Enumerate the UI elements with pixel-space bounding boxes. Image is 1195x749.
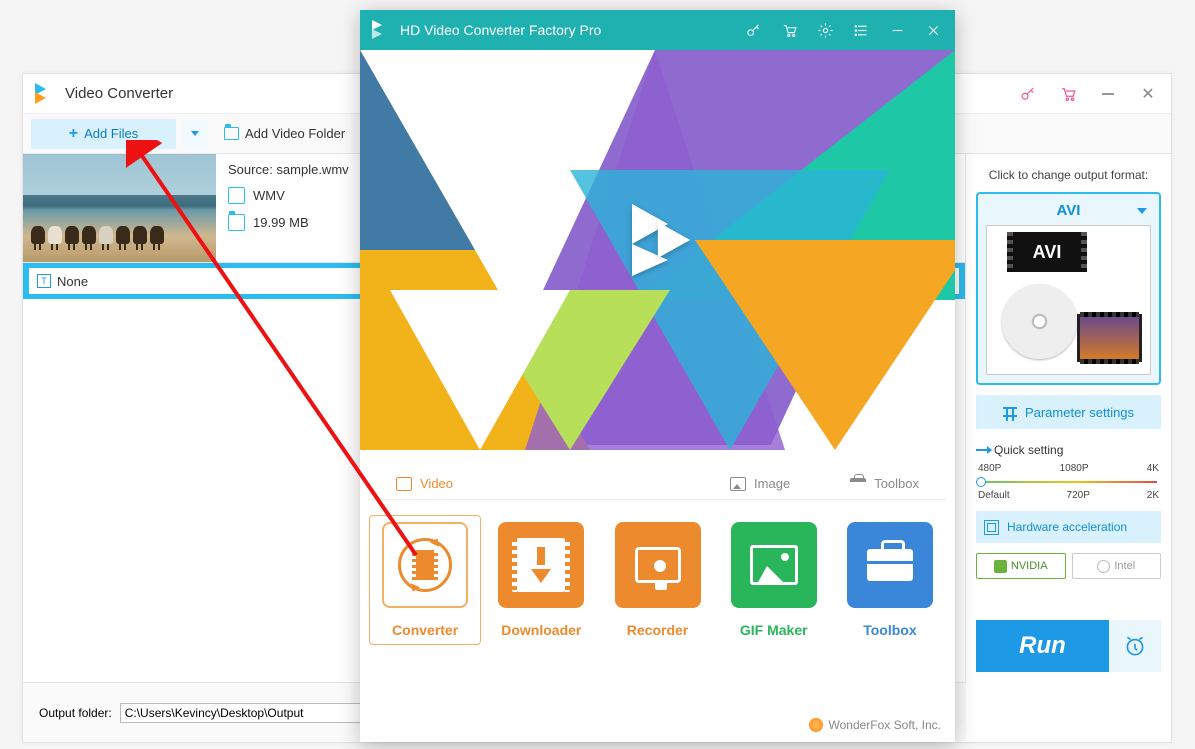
arrow-icon (976, 449, 988, 451)
output-format: AVI (1057, 202, 1081, 219)
output-sidebar: Click to change output format: AVI AVI P… (966, 154, 1171, 682)
tick-default: Default (978, 490, 1010, 501)
hw-label: Hardware acceleration (1007, 520, 1127, 534)
tile-recorder-label: Recorder (627, 622, 688, 638)
plus-icon: + (69, 125, 78, 143)
tile-downloader[interactable]: Downloader (492, 522, 590, 638)
text-icon: T (37, 274, 51, 288)
converter-icon (398, 538, 452, 592)
chevron-down-icon (191, 131, 199, 136)
format-icon (228, 187, 245, 204)
toolbox-tile-icon (867, 549, 913, 581)
quick-setting: Quick setting 480P 1080P 4K Default 720P… (976, 439, 1161, 501)
close-button[interactable]: ✕ (1137, 83, 1159, 105)
tile-recorder[interactable]: Recorder (608, 522, 706, 638)
filmstrip-icon (1077, 314, 1142, 362)
tile-converter-label: Converter (392, 622, 458, 638)
output-folder-input[interactable] (120, 703, 380, 723)
video-icon (396, 477, 412, 491)
file-size: 19.99 MB (253, 215, 309, 230)
cart-icon[interactable] (779, 20, 799, 40)
launcher-sections: Video Image Toolbox (368, 450, 947, 500)
section-toolbox-label: Toolbox (874, 476, 919, 491)
param-label: Parameter settings (1025, 405, 1134, 420)
format-preview: AVI (986, 225, 1151, 375)
section-toolbox[interactable]: Toolbox (850, 476, 919, 491)
tile-downloader-label: Downloader (501, 622, 581, 638)
tick-4k: 4K (1147, 463, 1159, 474)
add-files-button[interactable]: + Add Files (31, 119, 176, 149)
minimize-button[interactable] (1097, 83, 1119, 105)
chevron-down-icon (1137, 208, 1147, 214)
vc-title: Video Converter (65, 85, 173, 102)
launcher-titlebar: HD Video Converter Factory Pro (360, 10, 955, 50)
add-folder-button[interactable]: Add Video Folder (214, 119, 355, 149)
settings-icon[interactable] (815, 20, 835, 40)
nvidia-label: NVIDIA (1011, 560, 1048, 572)
folder-icon (224, 127, 239, 140)
run-button[interactable]: Run (976, 620, 1109, 672)
size-icon (228, 214, 245, 231)
section-image[interactable]: Image (730, 476, 790, 491)
source-label: Source: sample.wmv (228, 162, 349, 177)
quick-label: Quick setting (994, 443, 1063, 457)
app-logo-icon (35, 83, 57, 105)
tile-gifmaker-label: GIF Maker (740, 622, 808, 638)
tile-converter[interactable]: Converter (369, 515, 481, 645)
tile-gifmaker[interactable]: GIF Maker (725, 522, 823, 638)
parameter-settings-button[interactable]: Parameter settings (976, 395, 1161, 429)
company-label: WonderFox Soft, Inc. (829, 718, 942, 732)
image-icon (730, 477, 746, 491)
close-button[interactable] (923, 20, 943, 40)
change-format-label: Click to change output format: (976, 168, 1161, 182)
add-files-dropdown[interactable] (182, 119, 208, 149)
launcher-footer: WonderFox Soft, Inc. (809, 718, 942, 732)
avi-badge: AVI (1007, 232, 1087, 272)
quality-slider[interactable] (976, 477, 1161, 487)
launcher-window: HD Video Converter Factory Pro Video Ima… (360, 10, 955, 742)
slider-knob[interactable] (976, 477, 986, 487)
add-files-label: Add Files (84, 126, 138, 141)
minimize-button[interactable] (887, 20, 907, 40)
intel-label: Intel (1114, 560, 1135, 572)
gif-icon (750, 545, 798, 585)
output-format-box[interactable]: AVI AVI (976, 192, 1161, 385)
schedule-button[interactable] (1109, 620, 1161, 672)
tile-toolbox-label: Toolbox (863, 622, 916, 638)
add-folder-label: Add Video Folder (245, 126, 345, 141)
output-label: Output folder: (39, 706, 112, 720)
key-icon[interactable] (743, 20, 763, 40)
play-logo-icon (612, 200, 704, 292)
disc-icon (1002, 284, 1077, 359)
key-icon[interactable] (1017, 83, 1039, 105)
tick-2k: 2K (1147, 490, 1159, 501)
tick-1080p: 1080P (1060, 463, 1089, 474)
section-video-label: Video (420, 476, 453, 491)
section-image-label: Image (754, 476, 790, 491)
launcher-title: HD Video Converter Factory Pro (400, 22, 601, 38)
cart-icon[interactable] (1057, 83, 1079, 105)
launcher-tiles: Converter Downloader Recorder GIF Maker … (360, 500, 955, 648)
tick-480p: 480P (978, 463, 1001, 474)
file-format: WMV (253, 188, 285, 203)
section-video[interactable]: Video (396, 476, 453, 491)
downloader-icon (517, 538, 565, 592)
video-thumbnail[interactable] (23, 154, 216, 262)
chip-icon (984, 520, 999, 535)
nvidia-icon (994, 560, 1007, 573)
launcher-hero (360, 50, 955, 450)
tick-720p: 720P (1067, 490, 1090, 501)
hardware-accel-toggle[interactable]: Hardware acceleration (976, 511, 1161, 543)
tile-toolbox[interactable]: Toolbox (841, 522, 939, 638)
list-icon[interactable] (851, 20, 871, 40)
app-logo-icon (372, 20, 392, 40)
nvidia-chip[interactable]: NVIDIA (976, 553, 1066, 579)
intel-icon (1097, 560, 1110, 573)
sliders-icon (1003, 407, 1017, 417)
wonderfox-icon (809, 718, 823, 732)
toolbox-icon (850, 478, 866, 490)
intel-chip[interactable]: Intel (1072, 553, 1162, 579)
recorder-icon (635, 547, 681, 583)
